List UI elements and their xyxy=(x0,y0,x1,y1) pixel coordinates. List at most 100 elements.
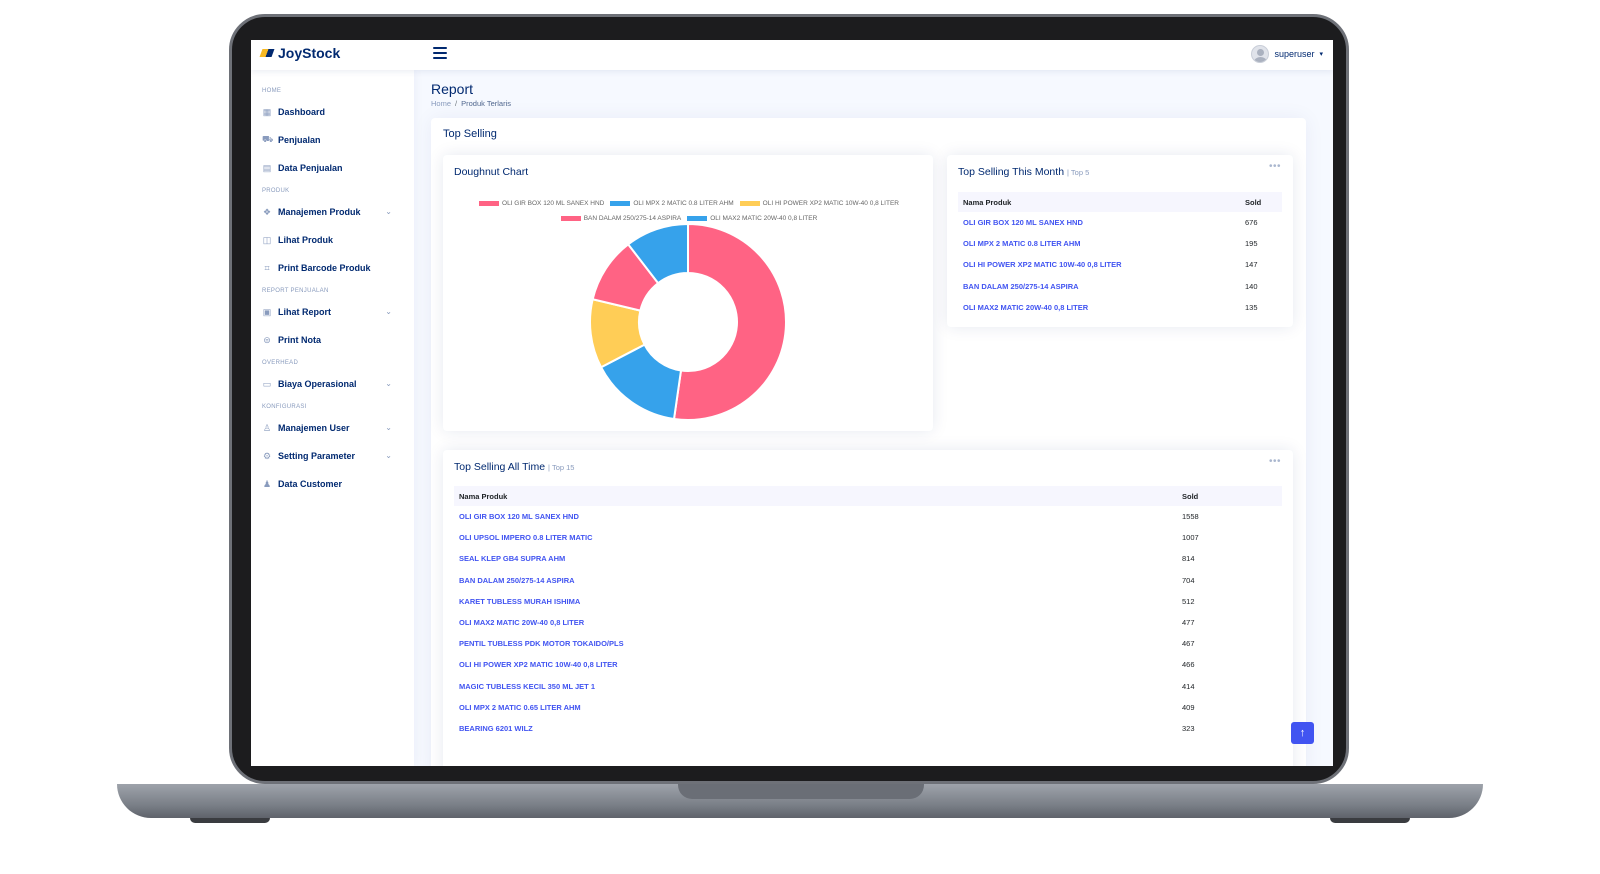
top-alltime-table: Nama Produk Sold OLI GIR BOX 120 ML SANE… xyxy=(454,486,1282,739)
breadcrumb-home[interactable]: Home xyxy=(431,99,451,108)
table-row: SEAL KLEP GB4 SUPRA AHM 814 xyxy=(454,548,1282,569)
column-header-product[interactable]: Nama Produk xyxy=(958,192,1240,212)
sidebar-item-biaya-operasional[interactable]: ▭ Biaya Operasional ⌄ xyxy=(251,370,414,398)
boxes-icon: ❖ xyxy=(262,206,272,217)
product-link[interactable]: OLI MAX2 MATIC 20W-40 0,8 LITER xyxy=(454,612,1177,633)
chevron-down-icon: ⌄ xyxy=(385,451,392,460)
column-header-sold[interactable]: Sold xyxy=(1240,192,1282,212)
wallet-icon: ▭ xyxy=(262,378,272,389)
cart-icon: ⛟ xyxy=(262,134,274,144)
gear-icon: ⚙ xyxy=(262,450,272,461)
laptop-foot xyxy=(190,818,270,823)
product-link[interactable]: PENTIL TUBLESS PDK MOTOR TOKAIDO/PLS xyxy=(454,633,1177,654)
breadcrumb: Home / Produk Terlaris xyxy=(431,99,511,108)
user-name: superuser xyxy=(1274,49,1315,59)
avatar xyxy=(1251,45,1270,63)
product-link[interactable]: BAN DALAM 250/275-14 ASPIRA xyxy=(958,276,1240,297)
sidebar-item-label: Manajemen User xyxy=(278,423,350,433)
sidebar-item-label: Lihat Produk xyxy=(278,235,334,245)
table-row: PENTIL TUBLESS PDK MOTOR TOKAIDO/PLS 467 xyxy=(454,633,1282,654)
product-link[interactable]: OLI GIR BOX 120 ML SANEX HND xyxy=(454,506,1177,527)
product-link[interactable]: OLI MAX2 MATIC 20W-40 0,8 LITER xyxy=(958,297,1240,318)
sold-value: 135 xyxy=(1245,302,1258,312)
table-row: OLI HI POWER XP2 MATIC 10W-40 0,8 LITER 4… xyxy=(454,654,1282,675)
user-menu[interactable]: superuser ▾ xyxy=(1251,45,1323,63)
sidebar-item-label: Penjualan xyxy=(278,135,321,145)
product-link[interactable]: SEAL KLEP GB4 SUPRA AHM xyxy=(454,548,1177,569)
sidebar-item-setting-parameter[interactable]: ⚙ Setting Parameter ⌄ xyxy=(251,442,414,470)
sidebar-item-print-nota[interactable]: ⊜ Print Nota xyxy=(251,326,414,354)
product-link[interactable]: OLI HI POWER XP2 MATIC 10W-40 0,8 LITER xyxy=(958,254,1240,275)
sidebar-item-label: Setting Parameter xyxy=(278,451,356,461)
sidebar-item-penjualan[interactable]: ⛟ Penjualan xyxy=(251,126,414,154)
sold-value: 323 xyxy=(1182,723,1195,733)
grid-icon: ▦ xyxy=(262,106,272,117)
product-link[interactable]: OLI MPX 2 MATIC 0.65 LITER AHM xyxy=(454,697,1177,718)
app-screen: JoyStock superuser ▾ HOME ▦ Dashboard ⛟ Penj… xyxy=(251,40,1333,766)
product-link[interactable]: OLI UPSOL IMPERO 0.8 LITER MATIC xyxy=(454,527,1177,548)
sidebar-item-label: Lihat Report xyxy=(278,307,331,317)
table-icon: ▤ xyxy=(262,162,272,173)
table-row: MAGIC TUBLESS KECIL 350 ML JET 1 414 xyxy=(454,676,1282,697)
more-options-icon[interactable]: ••• xyxy=(1269,456,1281,467)
more-options-icon[interactable]: ••• xyxy=(1269,161,1281,172)
sidebar-item-lihat-report[interactable]: ▣ Lihat Report ⌄ xyxy=(251,298,414,326)
top-selling-card: Top Selling Doughnut Chart OLI GIR BOX 1… xyxy=(431,118,1306,766)
logo[interactable]: JoyStock xyxy=(259,45,340,61)
back-to-top-button[interactable]: ↑ xyxy=(1291,722,1314,744)
product-link[interactable]: KARET TUBLESS MURAH ISHIMA xyxy=(454,591,1177,612)
doughnut-chart-card: Doughnut Chart OLI GIR BOX 120 ML SANEX … xyxy=(443,155,933,431)
sidebar-item-lihat-produk[interactable]: ◫ Lihat Produk xyxy=(251,226,414,254)
chevron-down-icon: ⌄ xyxy=(385,307,392,316)
product-link[interactable]: MAGIC TUBLESS KECIL 350 ML JET 1 xyxy=(454,676,1177,697)
product-link[interactable]: OLI HI POWER XP2 MATIC 10W-40 0,8 LITER xyxy=(454,654,1177,675)
column-header-sold[interactable]: Sold xyxy=(1177,486,1282,506)
logo-icon xyxy=(259,49,275,57)
nav-heading: KONFIGURASI xyxy=(262,404,307,410)
sidebar-item-label: Print Barcode Produk xyxy=(278,263,371,273)
sold-value: 414 xyxy=(1182,681,1195,691)
sidebar-item-label: Data Customer xyxy=(278,479,343,489)
product-link[interactable]: OLI MPX 2 MATIC 0.8 LITER AHM xyxy=(958,233,1240,254)
sidebar-item-label: Dashboard xyxy=(278,107,326,117)
chevron-down-icon: ⌄ xyxy=(385,379,392,388)
product-link[interactable]: BAN DALAM 250/275-14 ASPIRA xyxy=(454,570,1177,591)
doughnut-slice[interactable] xyxy=(672,222,787,421)
sidebar-item-dashboard[interactable]: ▦ Dashboard xyxy=(251,98,414,126)
sold-value: 704 xyxy=(1182,575,1195,585)
breadcrumb-current: Produk Terlaris xyxy=(461,99,511,108)
table-row: OLI MPX 2 MATIC 0.65 LITER AHM 409 xyxy=(454,697,1282,718)
sidebar-item-label: Manajemen Produk xyxy=(278,207,361,217)
sidebar-item-manajemen-user[interactable]: ♙ Manajemen User ⌄ xyxy=(251,414,414,442)
laptop-foot xyxy=(1330,818,1410,823)
sidebar-item-print-barcode-produk[interactable]: ⌗ Print Barcode Produk xyxy=(251,254,414,282)
sold-value: 676 xyxy=(1245,218,1258,228)
menu-toggle-icon[interactable] xyxy=(433,47,447,59)
printer-icon: ⊜ xyxy=(263,334,271,345)
product-link[interactable]: OLI GIR BOX 120 ML SANEX HND xyxy=(958,212,1240,233)
column-header-product[interactable]: Nama Produk xyxy=(454,486,1177,506)
nav-heading: HOME xyxy=(262,88,282,94)
sold-value: 477 xyxy=(1182,618,1195,628)
table-row: OLI HI POWER XP2 MATIC 10W-40 0,8 LITER 1… xyxy=(958,254,1282,275)
table-row: OLI GIR BOX 120 ML SANEX HND 676 xyxy=(958,212,1282,233)
table-row: OLI MPX 2 MATIC 0.8 LITER AHM 195 xyxy=(958,233,1282,254)
table-row: BAN DALAM 250/275-14 ASPIRA 140 xyxy=(958,276,1282,297)
top-header: JoyStock superuser ▾ xyxy=(251,40,1333,70)
product-link[interactable]: BEARING 6201 WILZ xyxy=(454,718,1177,739)
nav-heading: OVERHEAD xyxy=(262,360,299,366)
table-row: OLI MAX2 MATIC 20W-40 0,8 LITER 135 xyxy=(958,297,1282,318)
sidebar-item-data-customer[interactable]: ♟ Data Customer xyxy=(251,470,414,498)
table-row: BEARING 6201 WILZ 323 xyxy=(454,718,1282,739)
sold-value: 1558 xyxy=(1182,512,1199,522)
sold-value: 466 xyxy=(1182,660,1195,670)
sidebar-item-data-penjualan[interactable]: ▤ Data Penjualan xyxy=(251,154,414,182)
table-row: BAN DALAM 250/275-14 ASPIRA 704 xyxy=(454,570,1282,591)
doughnut-chart xyxy=(589,222,787,421)
sidebar-item-label: Print Nota xyxy=(278,335,322,345)
sold-value: 512 xyxy=(1182,596,1195,606)
report-icon: ▣ xyxy=(262,306,272,317)
sidebar-item-manajemen-produk[interactable]: ❖ Manajemen Produk ⌄ xyxy=(251,198,414,226)
sold-value: 195 xyxy=(1245,239,1258,249)
main-content: Report Home / Produk Terlaris Top Selling … xyxy=(414,70,1333,766)
